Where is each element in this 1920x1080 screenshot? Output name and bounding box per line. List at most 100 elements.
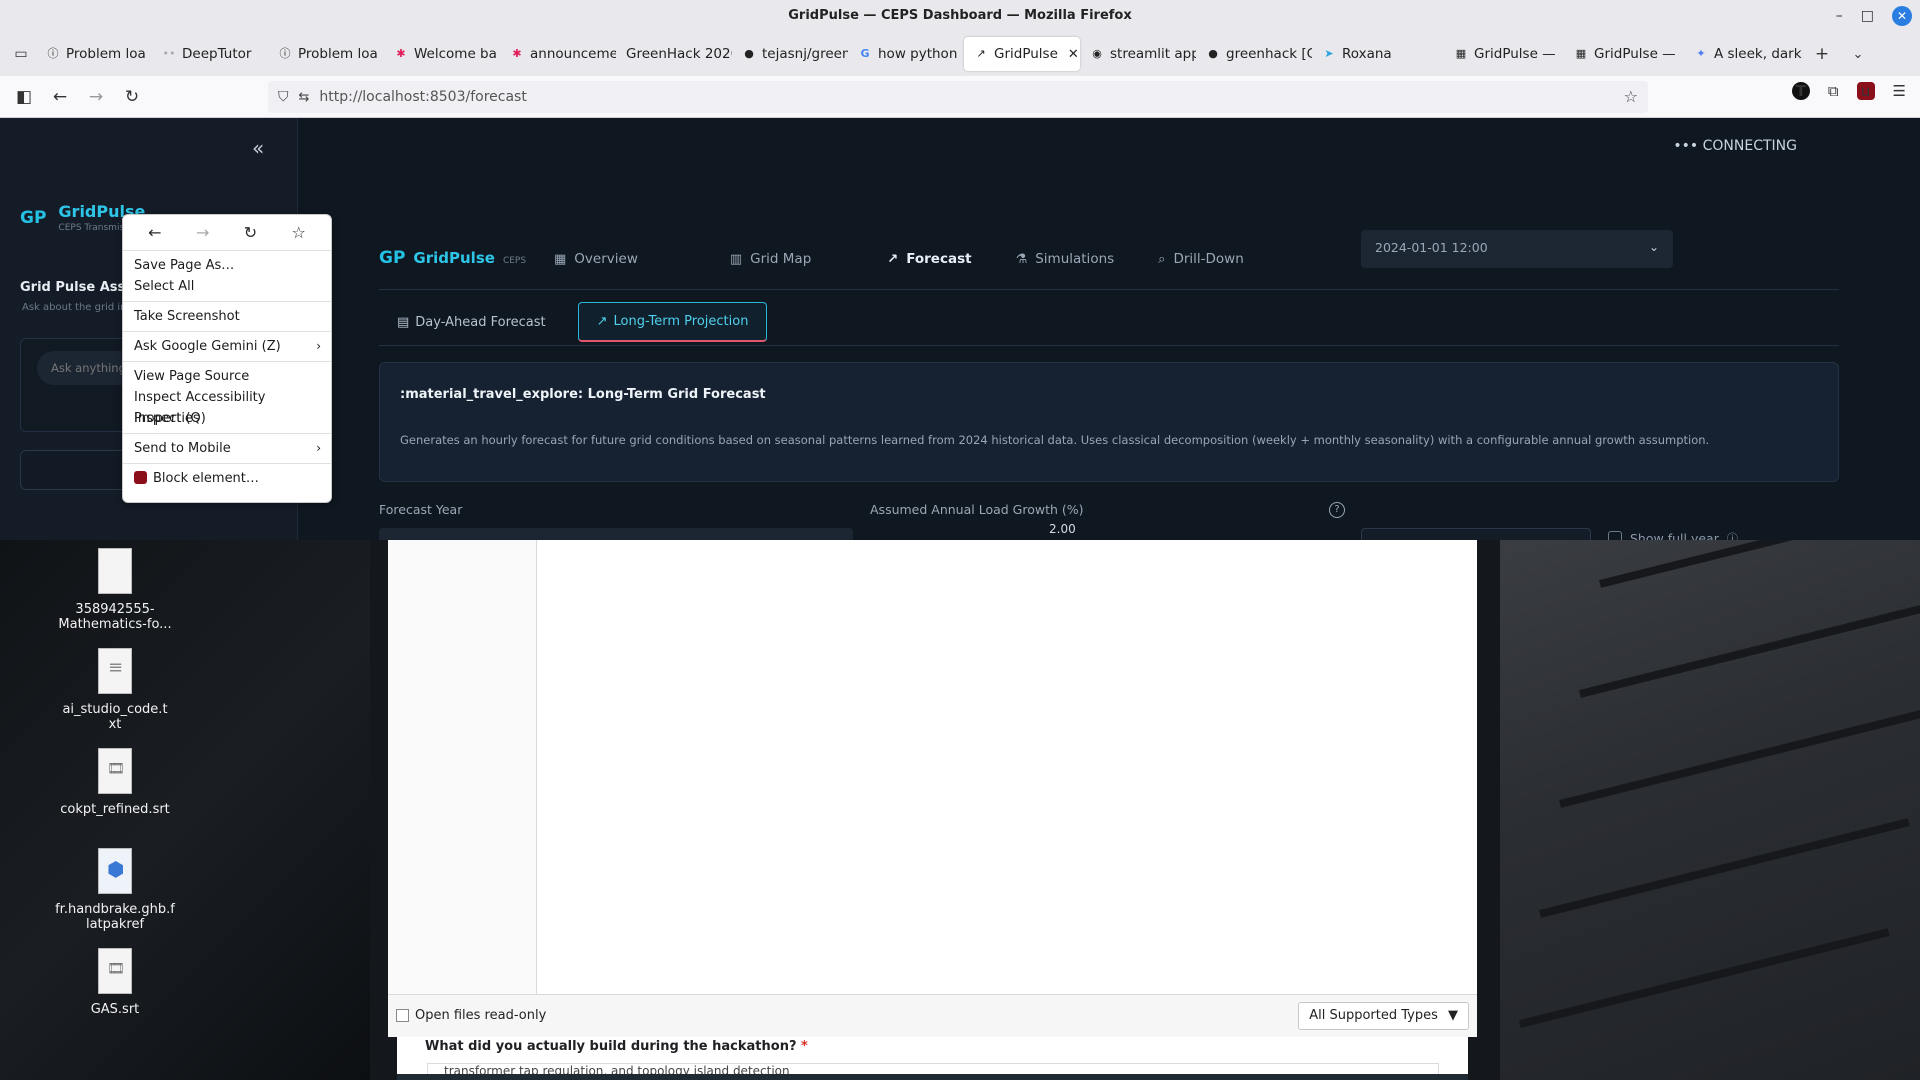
desktop-icon[interactable]: ai_studio_code.txt [40, 648, 190, 732]
sidebar-toggle-icon[interactable]: ◧ [6, 81, 42, 113]
assistant-subtitle: Ask about the grid in p [22, 302, 137, 313]
wallpaper-stripe [1579, 598, 1920, 698]
reload-icon[interactable]: ↻ [114, 81, 150, 113]
read-only-checkbox[interactable]: Open files read-only [396, 1008, 546, 1023]
account-icon[interactable]: T [1791, 82, 1810, 100]
help-icon[interactable]: ⓘ [1727, 530, 1738, 540]
back-icon[interactable]: ← [42, 81, 78, 113]
browser-tab[interactable]: GreenHack 2026 [616, 37, 732, 71]
browser-tab[interactable]: ✱ Welcome ba [384, 37, 500, 71]
grid-icon: ▦ [1455, 47, 1467, 60]
menu-item-block-element[interactable]: Block element… [123, 468, 331, 489]
nav-overview[interactable]: ▦ Overview [554, 242, 638, 276]
github-icon: ● [1208, 47, 1218, 60]
subtitle-file-icon [98, 748, 132, 794]
forecast-option-input[interactable] [1361, 528, 1591, 540]
forecast-year-input[interactable] [379, 528, 853, 540]
minimize-icon[interactable]: – [1836, 0, 1843, 32]
url-text[interactable]: http://localhost:8503/forecast [319, 89, 526, 105]
menu-item-ask-gemini[interactable]: Ask Google Gemini (Z) › [123, 336, 331, 357]
browser-tab[interactable]: ✱ announceme [500, 37, 616, 71]
checkbox-box[interactable] [1608, 531, 1622, 540]
info-icon: ⓘ [279, 47, 291, 60]
date-select[interactable]: 2024-01-01 12:00 ⌄ [1361, 230, 1673, 268]
menu-separator [123, 433, 331, 434]
gemini-icon: ✦ [1696, 47, 1706, 60]
menu-icon[interactable]: ☰ [1893, 82, 1906, 100]
subtitle-file-icon [98, 948, 132, 994]
menu-item-inspect-accessibility[interactable]: Inspect Accessibility Properties [123, 387, 331, 426]
browser-tab[interactable]: ⓘ Problem loa [268, 37, 384, 71]
context-menu-nav: ← → ↻ ☆ [123, 215, 331, 251]
map-icon: ▥ [729, 251, 743, 267]
bookmark-star-icon[interactable]: ☆ [291, 223, 305, 242]
close-tab-icon[interactable]: ✕ [1068, 47, 1079, 62]
browser-tab[interactable]: ● tejasnj/green [732, 37, 848, 71]
browser-tab[interactable]: ▦ GridPulse — [1564, 37, 1684, 71]
back-icon[interactable]: ← [148, 223, 161, 242]
file-type-select[interactable]: All Supported Types ▼ [1298, 1002, 1469, 1030]
browser-tab[interactable]: ● greenhack [C [1196, 37, 1312, 71]
desktop-icon[interactable]: cokpt_refined.srt [40, 748, 190, 817]
menu-separator [123, 361, 331, 362]
tab-day-ahead[interactable]: ▤ Day-Ahead Forecast [379, 302, 564, 342]
reload-icon[interactable]: ↻ [244, 223, 257, 242]
desktop-icon[interactable]: fr.handbrake.ghb.flatpakref [40, 848, 190, 932]
grid-icon: ▦ [554, 251, 567, 267]
nav-simulations[interactable]: ⚗ Simulations [1016, 242, 1115, 276]
menu-item-take-screenshot[interactable]: Take Screenshot [123, 306, 331, 327]
forward-icon[interactable]: → [196, 223, 209, 242]
browser-tab[interactable]: ⓘ Problem loa [36, 37, 152, 71]
close-window-icon[interactable]: ✕ [1892, 6, 1912, 26]
help-icon[interactable]: ? [1329, 502, 1345, 518]
info-card: :material_travel_explore: Long-Term Grid… [379, 362, 1839, 482]
growth-label: Assumed Annual Load Growth (%) [870, 502, 1084, 517]
file-chooser-dialog: Open files read-only All Supported Types… [388, 540, 1477, 1037]
extensions-icon[interactable]: ⧉ [1828, 82, 1839, 100]
google-icon: G [860, 47, 870, 60]
calendar-icon: ▤ [397, 314, 410, 330]
bookmark-star-icon[interactable]: ☆ [1624, 87, 1638, 106]
forecast-year-label: Forecast Year [379, 502, 463, 517]
form-bottom-bar [397, 1074, 1468, 1080]
browser-tab[interactable]: ➤ Roxana [1312, 37, 1428, 71]
forward-icon[interactable]: → [78, 81, 114, 113]
browser-tab-active[interactable]: ↗ GridPulse ✕ [964, 37, 1080, 71]
menu-item-inspect[interactable]: Inspect (Q) [123, 408, 331, 429]
toolbar-right: T ⧉ u ☰ [1791, 82, 1906, 100]
nav-grid-map[interactable]: ▥ Grid Map [730, 242, 811, 276]
menu-item-send-to-mobile[interactable]: Send to Mobile › [123, 438, 331, 459]
menu-item-select-all[interactable]: Select All [123, 276, 331, 297]
menu-item-view-source[interactable]: View Page Source [123, 366, 331, 387]
checkbox-box[interactable] [396, 1009, 409, 1022]
browser-tab[interactable]: ✦ A sleek, dark [1684, 37, 1804, 71]
nav-drill-down[interactable]: ⌕ Drill-Down [1158, 242, 1244, 276]
desktop-wallpaper-right [1500, 540, 1920, 1080]
collapse-sidebar-icon[interactable]: « [252, 136, 264, 160]
file-dialog-places[interactable] [388, 540, 537, 994]
desktop-icon[interactable]: 358942555-Mathematics-fo... [40, 548, 190, 632]
ublock-icon [134, 471, 147, 484]
maximize-icon[interactable]: □ [1861, 0, 1874, 32]
url-bar[interactable]: ⛉ ⇆ http://localhost:8503/forecast ☆ [268, 81, 1648, 113]
info-title: :material_travel_explore: Long-Term Grid… [400, 387, 766, 402]
tab-long-term[interactable]: ↗ Long-Term Projection [577, 302, 768, 342]
nav-forecast[interactable]: ↗ Forecast [887, 242, 971, 276]
new-tab-icon[interactable]: + [1804, 38, 1840, 70]
browser-tab[interactable]: ▦ GridPulse — [1444, 37, 1564, 71]
desktop-icon[interactable]: GAS.srt [40, 948, 190, 1017]
window-controls: – □ ✕ [1836, 0, 1912, 32]
header-brand-sub: CEPS [502, 256, 527, 266]
chevron-down-icon: ⌄ [1648, 240, 1659, 254]
package-icon [98, 848, 132, 894]
browser-tab[interactable]: Ghow python [848, 37, 964, 71]
browser-tab[interactable]: •• DeepTutor [152, 37, 268, 71]
list-tabs-icon[interactable]: ⌄ [1840, 38, 1876, 70]
browser-tab[interactable]: ◉ streamlit app [1080, 37, 1196, 71]
menu-item-save-page[interactable]: Save Page As… [123, 255, 331, 276]
brand-logo: GP [20, 207, 47, 228]
ublock-icon[interactable]: u [1856, 82, 1875, 100]
tab-overview-icon[interactable]: ▭ [6, 38, 36, 70]
date-value: 2024-01-01 12:00 [1375, 240, 1488, 255]
show-full-year-checkbox[interactable]: Show full year ⓘ [1608, 530, 1738, 540]
